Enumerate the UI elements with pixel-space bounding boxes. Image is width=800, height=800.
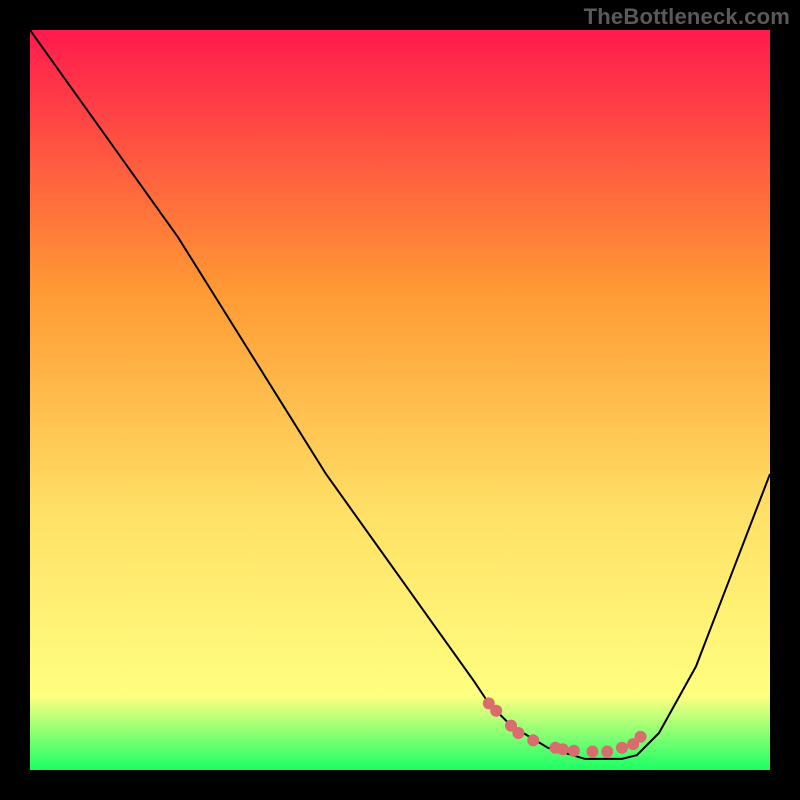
chart-background (30, 30, 770, 770)
watermark-text: TheBottleneck.com (584, 4, 790, 30)
highlight-dot (586, 746, 598, 758)
highlight-dot (568, 745, 580, 757)
chart-plot-area (30, 30, 770, 770)
highlight-dot (616, 742, 628, 754)
chart-frame: TheBottleneck.com (0, 0, 800, 800)
highlight-dot (601, 746, 613, 758)
chart-svg (30, 30, 770, 770)
highlight-dot (635, 731, 647, 743)
highlight-dot (490, 705, 502, 717)
highlight-dot (512, 727, 524, 739)
highlight-dot (557, 743, 569, 755)
highlight-dot (527, 734, 539, 746)
